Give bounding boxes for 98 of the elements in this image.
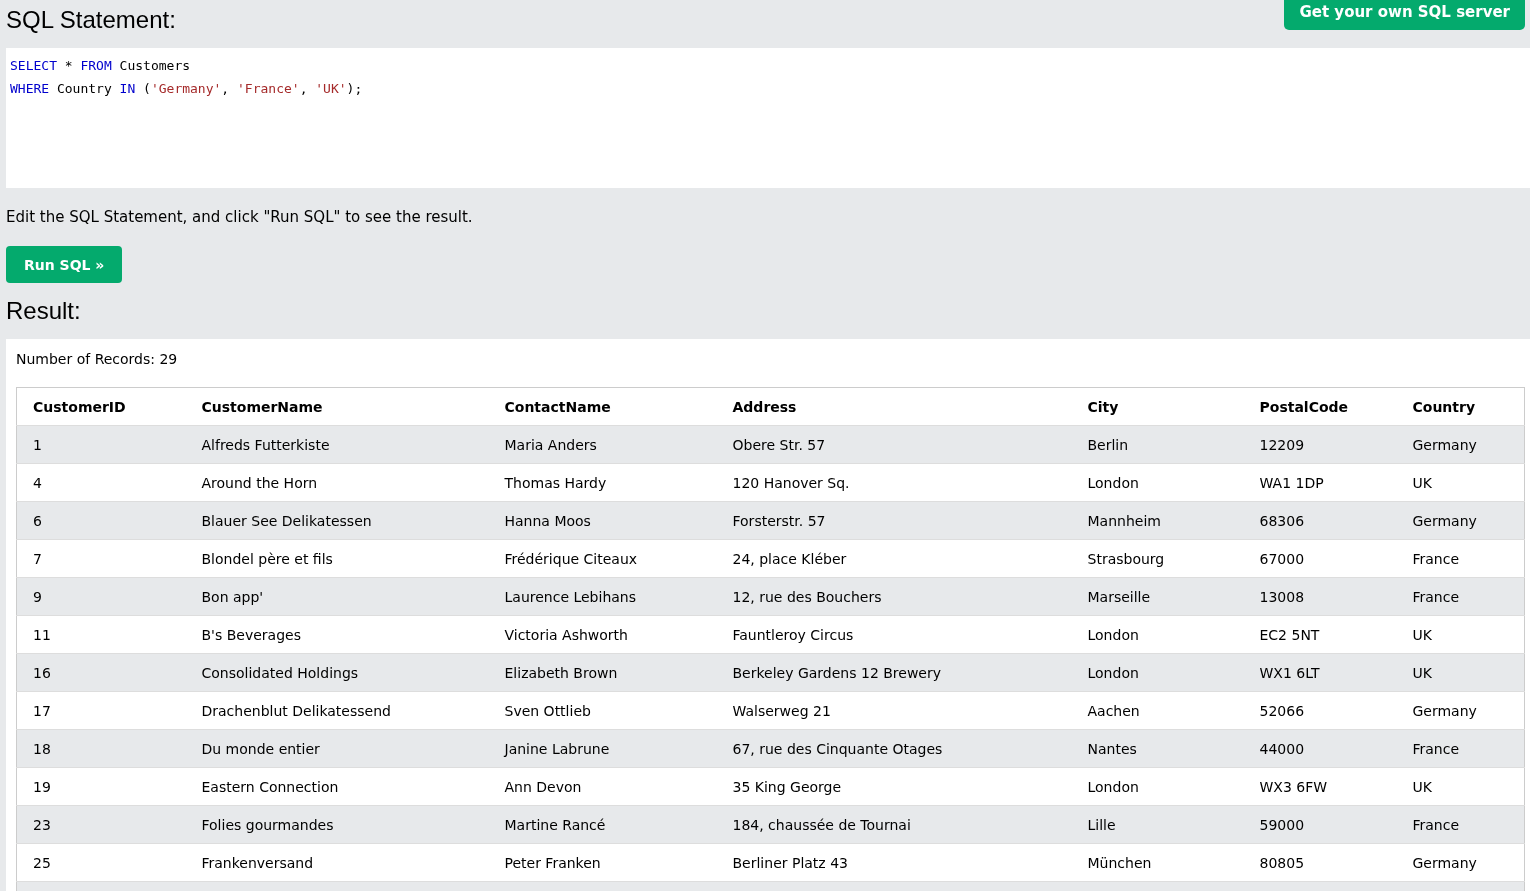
table-cell: 67000 [1243, 539, 1397, 578]
column-header: PostalCode [1243, 387, 1397, 426]
table-cell: Hanna Moos [488, 501, 717, 540]
table-cell: 59000 [1243, 805, 1397, 844]
table-cell: Peter Franken [488, 843, 717, 882]
table-cell: 120 Hanover Sq. [716, 463, 1072, 502]
get-sql-server-button[interactable]: Get your own SQL server [1284, 0, 1525, 30]
record-count: Number of Records: 29 [16, 351, 179, 367]
table-cell: 13008 [1243, 577, 1397, 616]
table-cell: Frédérique Citeaux [488, 539, 717, 578]
table-cell: Du monde entier [185, 729, 489, 768]
table-cell: UK [1396, 615, 1525, 654]
table-cell: Marseille [1071, 577, 1244, 616]
table-cell: Germany [1396, 843, 1525, 882]
table-cell: Victoria Ashworth [488, 615, 717, 654]
table-cell: Maria Anders [488, 425, 717, 464]
table-cell: France [1396, 805, 1525, 844]
table-cell: WX1 6LT [1243, 653, 1397, 692]
table-cell: France [1396, 577, 1525, 616]
table-cell: 12, rue des Bouchers [716, 577, 1072, 616]
table-cell: 16 [16, 653, 186, 692]
table-cell: Alfreds Futterkiste [185, 425, 489, 464]
table-cell: Janine Labrune [488, 729, 717, 768]
table-cell: WX3 6FW [1243, 767, 1397, 806]
result-heading: Result: [5, 296, 82, 326]
table-cell: WA1 1DP [1243, 463, 1397, 502]
table-cell: Consolidated Holdings [185, 653, 489, 692]
table-cell: Aachen [1071, 691, 1244, 730]
table-cell: Fauntleroy Circus [716, 615, 1072, 654]
table-cell: Berkeley Gardens 12 Brewery [716, 653, 1072, 692]
table-cell: EC2 5NT [1243, 615, 1397, 654]
table-cell: France [1396, 539, 1525, 578]
table-cell: B's Beverages [185, 615, 489, 654]
table-cell: 17 [16, 691, 186, 730]
table-cell: London [1071, 463, 1244, 502]
table-cell: 35 King George [716, 767, 1072, 806]
table-cell: 7 [16, 539, 186, 578]
column-header: CustomerID [16, 387, 186, 426]
table-cell: Around the Horn [185, 463, 489, 502]
table-cell: 18 [16, 729, 186, 768]
table-cell: Mannheim [1071, 501, 1244, 540]
table-cell: Thomas Hardy [488, 463, 717, 502]
table-cell: 67, rue des Cinquante Otages [716, 729, 1072, 768]
table-cell: 44000 [1243, 729, 1397, 768]
table-cell: Sven Ottlieb [488, 691, 717, 730]
table-cell: Elizabeth Brown [488, 653, 717, 692]
table-cell: Martine Rancé [488, 805, 717, 844]
table-cell: 12209 [1243, 425, 1397, 464]
table-cell: Ann Devon [488, 767, 717, 806]
table-cell: München [1071, 843, 1244, 882]
table-cell: 9 [16, 577, 186, 616]
run-sql-button[interactable]: Run SQL » [6, 246, 123, 283]
table-cell: Germany [1396, 501, 1525, 540]
table-cell: Berlin [1071, 425, 1244, 464]
table-cell: 25 [16, 843, 186, 882]
table-cell: UK [1396, 767, 1525, 806]
table-cell: 4 [16, 463, 186, 502]
column-header: City [1071, 387, 1244, 426]
column-header: Address [716, 387, 1072, 426]
table-cell: Laurence Lebihans [488, 577, 717, 616]
table-cell: Blauer See Delikatessen [185, 501, 489, 540]
table-cell: Berliner Platz 43 [716, 843, 1072, 882]
table-cell: Germany [1396, 425, 1525, 464]
table-cell: Frankenversand [185, 843, 489, 882]
column-header: ContactName [488, 387, 717, 426]
table-cell: Bon app' [185, 577, 489, 616]
table-cell: Obere Str. 57 [716, 425, 1072, 464]
table-cell: London [1071, 615, 1244, 654]
table-cell: Germany [1396, 691, 1525, 730]
table-cell: 24, place Kléber [716, 539, 1072, 578]
table-cell: 1 [16, 425, 186, 464]
table-cell: 23 [16, 805, 186, 844]
table-cell: 19 [16, 767, 186, 806]
sql-statement-heading: SQL Statement: [6, 5, 176, 34]
table-cell: Eastern Connection [185, 767, 489, 806]
table-cell: Forsterstr. 57 [716, 501, 1072, 540]
table-cell: Nantes [1071, 729, 1244, 768]
column-header: CustomerName [185, 387, 489, 426]
table-cell: France [1396, 729, 1525, 768]
table-cell: Blondel père et fils [185, 539, 489, 578]
table-cell: London [1071, 653, 1244, 692]
table-cell: Walserweg 21 [716, 691, 1072, 730]
table-cell: UK [1396, 463, 1525, 502]
table-cell: UK [1396, 653, 1525, 692]
table-cell: 68306 [1243, 501, 1397, 540]
table-cell: Lille [1071, 805, 1244, 844]
table-cell: London [1071, 767, 1244, 806]
table-cell: Drachenblut Delikatessend [185, 691, 489, 730]
table-cell: Strasbourg [1071, 539, 1244, 578]
instruction-text: Edit the SQL Statement, and click "Run SQL" to see the result. [6, 208, 474, 226]
table-cell: 184, chaussée de Tournai [716, 805, 1072, 844]
table-cell: Folies gourmandes [185, 805, 489, 844]
table-cell: 80805 [1243, 843, 1397, 882]
table-cell: 11 [16, 615, 186, 654]
table-cell: 52066 [1243, 691, 1397, 730]
table-cell: 6 [16, 501, 186, 540]
column-header: Country [1396, 387, 1525, 426]
sql-editor[interactable]: SELECT * FROM Customers WHERE Country IN ('Germany', 'France', 'UK'); [6, 48, 1530, 188]
